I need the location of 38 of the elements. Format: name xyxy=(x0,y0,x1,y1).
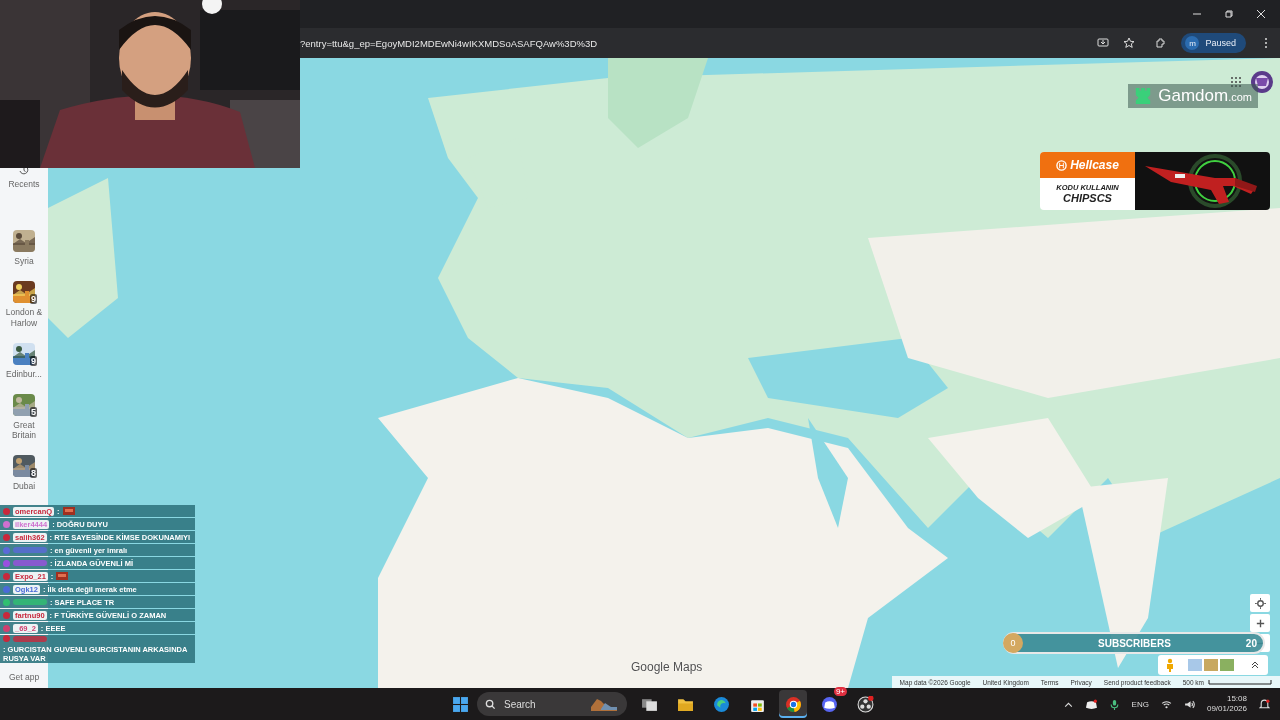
notification-badge: 9+ xyxy=(833,687,847,696)
get-app-link[interactable]: Get app xyxy=(1,671,47,682)
blurred-username xyxy=(13,547,47,553)
clock[interactable]: 15:08 09/01/2026 xyxy=(1206,693,1247,715)
place-label[interactable]: Syria xyxy=(1,256,47,267)
place-label[interactable]: Dubai xyxy=(1,481,47,492)
start-icon[interactable] xyxy=(452,695,469,713)
address-field[interactable]: ?entry=ttu&g_ep=EgoyMDI2MDEwNi4wIKXMDSoASAFQAw%3D%3D xyxy=(300,37,1084,49)
install-icon[interactable] xyxy=(1097,37,1110,49)
search-icon xyxy=(485,698,496,710)
volume-icon[interactable] xyxy=(1183,698,1195,710)
wifi-icon[interactable] xyxy=(1160,698,1172,710)
browser-icon xyxy=(712,695,730,713)
chrome-icon xyxy=(784,695,802,713)
extensions-icon[interactable] xyxy=(1155,37,1168,49)
language-indicator[interactable]: ENG xyxy=(1131,699,1149,709)
notification-bell-icon[interactable] xyxy=(1259,698,1270,710)
place-label[interactable]: London & Harlow xyxy=(1,307,47,328)
discord-icon xyxy=(820,695,838,713)
profile-button[interactable]: m Paused xyxy=(1181,33,1246,53)
close-icon[interactable] xyxy=(1256,9,1266,19)
recorder-icon xyxy=(856,695,874,713)
search-field[interactable]: Search xyxy=(477,692,627,716)
place-label[interactable]: Great Britain xyxy=(1,419,47,441)
blurred-username xyxy=(13,599,47,605)
photo-count: 5 xyxy=(30,406,37,417)
restore-icon[interactable] xyxy=(1224,9,1234,19)
star-icon[interactable] xyxy=(1123,37,1136,49)
place-label[interactable]: Edinbur... xyxy=(1,368,47,379)
blurred-username xyxy=(13,635,47,642)
taskbar-app[interactable] xyxy=(779,690,807,718)
photo-count: 9 xyxy=(30,294,37,305)
recents-label[interactable]: Recents xyxy=(1,179,47,190)
photo-count: 8 xyxy=(30,468,37,479)
microphone-icon[interactable] xyxy=(1108,698,1120,710)
discord-tray-icon[interactable] xyxy=(1085,698,1097,710)
photo-count: 9 xyxy=(30,355,37,366)
blurred-username xyxy=(13,560,47,566)
